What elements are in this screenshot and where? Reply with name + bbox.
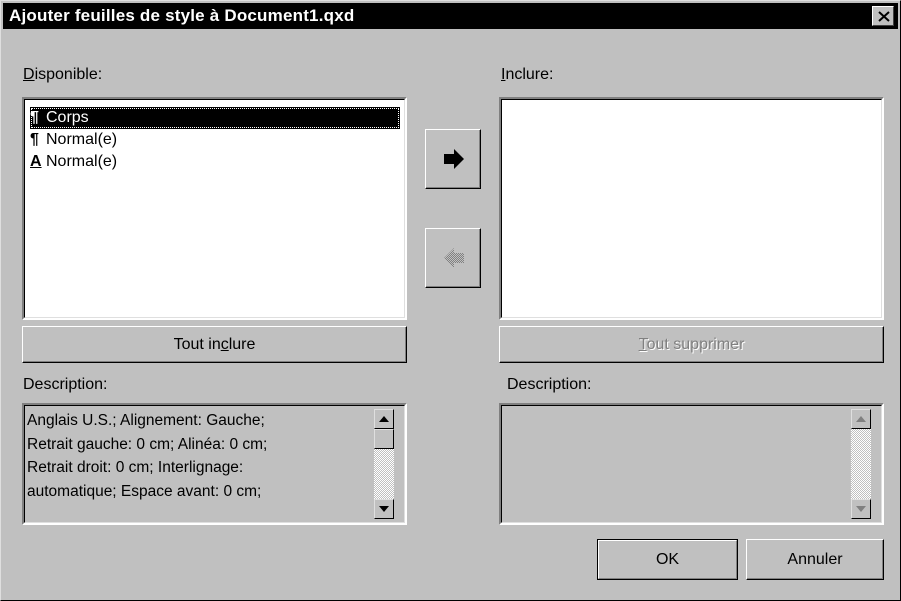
available-listbox[interactable]: ¶ Corps ¶ Normal(e) A Normal(e)	[22, 97, 407, 320]
scroll-up-button[interactable]	[851, 409, 871, 429]
triangle-down-icon	[856, 506, 866, 512]
description-right-scrollbar[interactable]	[851, 409, 871, 519]
triangle-down-icon	[379, 506, 389, 512]
window-title: Ajouter feuilles de style à Document1.qx…	[9, 6, 355, 25]
list-item[interactable]: ¶ Corps	[30, 107, 400, 129]
scroll-track[interactable]	[851, 429, 871, 499]
scroll-up-button[interactable]	[374, 409, 394, 429]
paragraph-icon: ¶	[30, 131, 39, 148]
close-button[interactable]	[872, 6, 894, 26]
include-listbox[interactable]	[499, 97, 884, 320]
arrow-right-icon	[444, 149, 464, 169]
ok-button[interactable]: OK	[597, 539, 738, 580]
list-item[interactable]: A Normal(e)	[30, 151, 117, 173]
description-left-scrollbar[interactable]	[374, 409, 394, 519]
triangle-up-icon	[379, 416, 389, 422]
list-item[interactable]: ¶ Normal(e)	[30, 129, 117, 151]
add-button[interactable]	[425, 129, 481, 189]
paragraph-icon: ¶	[30, 109, 39, 126]
scroll-track[interactable]	[374, 449, 394, 499]
remove-all-button[interactable]: Tout supprimer	[499, 326, 884, 363]
title-bar[interactable]: Ajouter feuilles de style à Document1.qx…	[3, 3, 898, 29]
description-left-label: Description:	[23, 376, 108, 393]
character-style-icon: A	[30, 153, 42, 170]
cancel-button[interactable]: Annuler	[746, 539, 884, 580]
description-right-box	[499, 403, 884, 525]
scroll-down-button[interactable]	[374, 499, 394, 519]
include-all-button[interactable]: Tout inclure	[22, 326, 407, 363]
include-label: Inclure:	[501, 66, 554, 83]
remove-button[interactable]	[425, 228, 481, 288]
scroll-down-button[interactable]	[851, 499, 871, 519]
arrow-left-icon	[444, 248, 464, 268]
triangle-up-icon	[856, 416, 866, 422]
description-left-text: Anglais U.S.; Alignement: Gauche; Retrai…	[27, 412, 268, 500]
description-right-label: Description:	[507, 376, 592, 393]
scroll-thumb[interactable]	[374, 429, 394, 449]
description-left-box: Anglais U.S.; Alignement: Gauche; Retrai…	[22, 403, 407, 525]
available-label: Disponible:	[23, 66, 103, 83]
dialog-window: Ajouter feuilles de style à Document1.qx…	[0, 0, 901, 601]
close-icon	[878, 11, 890, 22]
